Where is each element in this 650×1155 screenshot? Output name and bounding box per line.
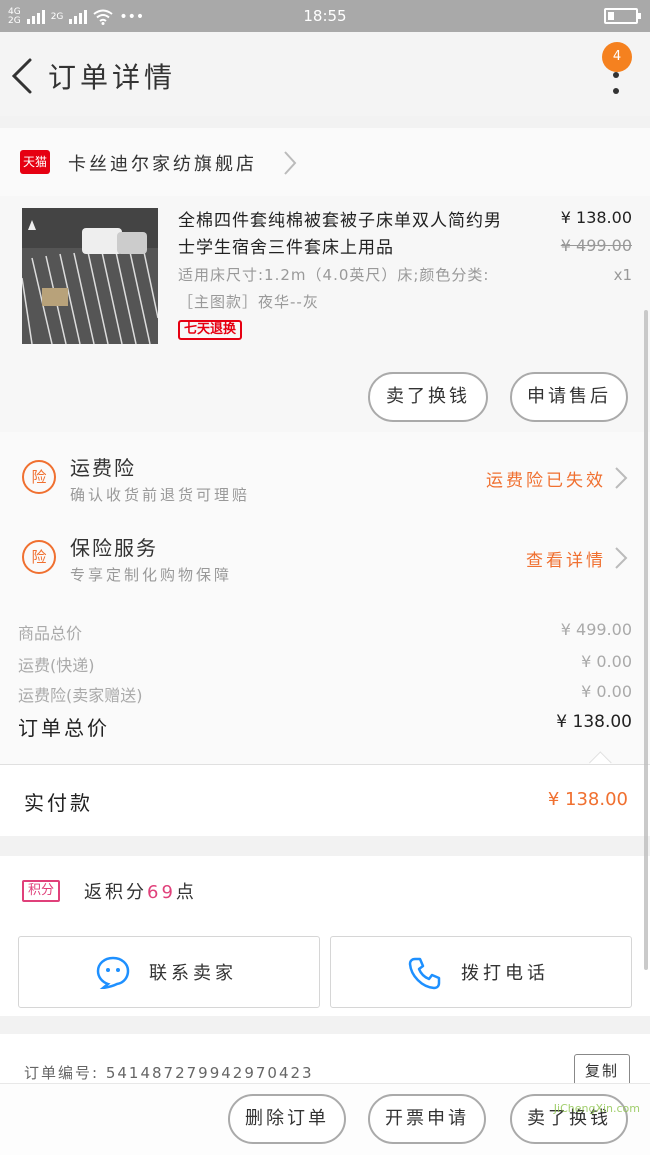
insurance-title: 保险服务 (70, 536, 158, 560)
price-summary: 商品总价 ¥ 499.00 运费(快递) ¥ 0.00 运费险(卖家赠送) ¥ … (0, 616, 650, 774)
invoice-request-button[interactable]: 开票申请 (368, 1094, 486, 1144)
insurance-title: 运费险 (70, 456, 136, 480)
shipping-value: ¥ 0.00 (581, 652, 632, 671)
product-price: ¥ 138.00 (560, 208, 632, 227)
shop-row[interactable]: 天猫 卡丝迪尔家纺旗舰店 (0, 128, 650, 196)
insurance-icon: 险 (22, 540, 56, 574)
goods-total-value: ¥ 499.00 (560, 620, 632, 639)
shipping-insurance-value: ¥ 0.00 (581, 682, 632, 701)
back-arrow-icon (11, 58, 32, 94)
actual-payment-row: 实付款 ¥ 138.00 (0, 764, 650, 836)
shipping-insurance-row[interactable]: 险 运费险 确认收货前退货可理赔 运费险已失效 (0, 436, 650, 516)
goods-total-line: 商品总价 ¥ 499.00 (18, 620, 632, 644)
product-original-price: ¥ 499.00 (560, 236, 632, 255)
order-total-value: ¥ 138.00 (556, 712, 632, 732)
points-contact-section: 积分 返积分69点 联系卖家 拨打电话 (0, 856, 650, 1016)
product-image[interactable] (22, 208, 158, 344)
after-sale-button[interactable]: 申请售后 (510, 372, 628, 422)
call-phone-label: 拨打电话 (461, 963, 549, 984)
chevron-right-icon (615, 467, 628, 489)
bottom-action-bar: 删除订单 开票申请 卖了换钱 JiChengXin.com (0, 1083, 650, 1155)
seven-day-return-tag: 七天退换 (178, 320, 243, 340)
nav-bar: 订单详情 4 (0, 32, 650, 116)
page-title: 订单详情 (48, 61, 177, 94)
insurance-status: 运费险已失效 (486, 471, 606, 491)
battery-icon (604, 8, 641, 24)
phone-icon (408, 957, 441, 990)
more-menu-button[interactable] (612, 72, 620, 112)
product-title[interactable]: 全棉四件套纯棉被套被子床单双人简约男士学生宿舍三件套床上用品 (178, 208, 508, 262)
product-item: 全棉四件套纯棉被套被子床单双人简约男士学生宿舍三件套床上用品 适用床尺寸:1.2… (0, 196, 650, 432)
order-total-label: 订单总价 (18, 716, 110, 740)
shop-name: 卡丝迪尔家纺旗舰店 (68, 154, 257, 175)
view-details-link[interactable]: 查看详情 (526, 546, 606, 571)
shipping-label: 运费(快递) (18, 656, 95, 675)
insurance-icon: 险 (22, 460, 56, 494)
contact-seller-button[interactable]: 联系卖家 (18, 936, 320, 1008)
shipping-insurance-label: 运费险(卖家赠送) (18, 686, 143, 705)
insurance-subtitle: 专享定制化购物保障 (70, 566, 233, 584)
order-number: 订单编号: 541487279942970423 (24, 1064, 314, 1082)
insurance-subtitle: 确认收货前退货可理赔 (70, 486, 251, 504)
message-badge[interactable]: 4 (602, 42, 632, 72)
call-phone-button[interactable]: 拨打电话 (330, 936, 632, 1008)
product-spec: 适用床尺寸:1.2m（4.0英尺）床;颜色分类:［主图款］夜华--灰 (178, 266, 490, 311)
scrollbar[interactable] (644, 310, 648, 970)
order-total-line: 订单总价 ¥ 138.00 (18, 712, 632, 741)
chat-bubble-icon (96, 956, 130, 989)
clock: 18:55 (303, 7, 347, 25)
points-count: 69 (147, 882, 176, 903)
insurance-section: 险 运费险 确认收货前退货可理赔 运费险已失效 险 保险服务 专享定制化购物保障… (0, 432, 650, 616)
insurance-service-row[interactable]: 险 保险服务 专享定制化购物保障 查看详情 (0, 516, 650, 596)
back-button[interactable] (8, 56, 38, 96)
points-text: 返积分69点 (84, 882, 197, 903)
chevron-right-icon (615, 547, 628, 569)
actual-payment-value: ¥ 138.00 (547, 789, 628, 810)
status-bar: 4G 2G 2G ••• 18:55 (0, 0, 650, 32)
points-tag: 积分 (22, 880, 61, 902)
product-quantity: x1 (613, 266, 632, 284)
delete-order-button[interactable]: 删除订单 (228, 1094, 346, 1144)
actual-payment-label: 实付款 (24, 791, 93, 815)
watermark: JiChengXin.com (553, 1102, 640, 1115)
goods-total-label: 商品总价 (18, 624, 83, 643)
shipping-insurance-line: 运费险(卖家赠送) ¥ 0.00 (18, 682, 632, 706)
shipping-line: 运费(快递) ¥ 0.00 (18, 652, 632, 676)
chevron-right-icon (284, 151, 297, 175)
contact-seller-label: 联系卖家 (149, 963, 237, 984)
tmall-logo-icon: 天猫 (20, 150, 50, 174)
sell-exchange-button[interactable]: 卖了换钱 (368, 372, 488, 422)
